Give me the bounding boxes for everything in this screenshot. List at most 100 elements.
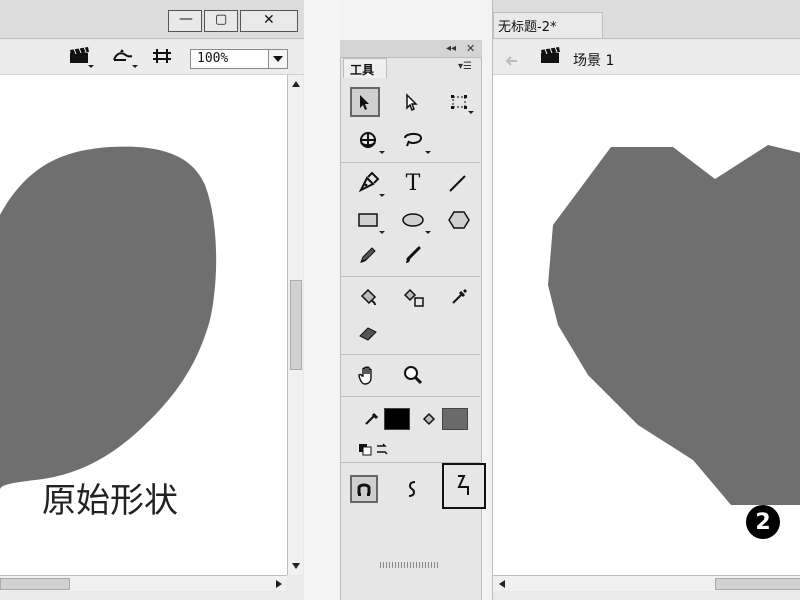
right-horizontal-scrollbar[interactable] <box>493 575 800 591</box>
brush-tool[interactable] <box>398 240 428 270</box>
zoom-dropdown-button[interactable] <box>268 50 287 68</box>
subselection-tool-icon <box>406 93 418 111</box>
zoom-tool-icon <box>404 366 423 385</box>
pen-tool-icon <box>358 171 380 193</box>
right-canvas <box>493 75 800 575</box>
original-shape-label: 原始形状 <box>42 481 178 521</box>
close-glyph: ✕ <box>263 12 275 28</box>
tools-separator <box>340 162 480 163</box>
scroll-right-arrow[interactable] <box>276 580 282 588</box>
paint-bucket-tool-icon <box>360 288 377 306</box>
tools-separator <box>340 396 480 397</box>
line-tool[interactable] <box>442 168 472 198</box>
oval-tool[interactable] <box>398 205 431 235</box>
fill-color-swatch[interactable] <box>442 408 468 430</box>
chevron-down-icon <box>273 56 283 62</box>
tools-separator <box>340 276 480 277</box>
zoom-tool[interactable] <box>398 360 428 390</box>
dropdown-indicator <box>425 231 431 234</box>
left-canvas: 原始形状 <box>0 75 287 575</box>
collapse-panel-button[interactable]: ◂◂ <box>446 43 456 54</box>
oval-tool-icon <box>402 213 424 227</box>
selection-tool[interactable] <box>350 87 380 117</box>
polystar-tool[interactable] <box>444 205 474 235</box>
straighten-icon <box>457 475 469 495</box>
scroll-down-arrow[interactable] <box>292 563 300 569</box>
ink-bottle-tool[interactable] <box>398 282 428 312</box>
snap-to-objects-button[interactable] <box>350 475 378 503</box>
tools-panel-header-strip <box>340 40 482 58</box>
eraser-tool-icon <box>359 327 377 341</box>
pencil-tool[interactable] <box>353 240 383 270</box>
close-button[interactable]: ✕ <box>240 10 298 32</box>
dropdown-indicator <box>132 65 138 68</box>
eraser-tool[interactable] <box>353 317 383 347</box>
rectangle-tool-icon <box>358 213 378 227</box>
tools-separator <box>340 354 480 355</box>
smooth-icon <box>408 481 416 497</box>
minimize-button[interactable]: — <box>168 10 202 32</box>
free-transform-tool[interactable] <box>444 87 474 117</box>
tools-panel-menu-glyph: ▾☰ <box>458 61 472 72</box>
clapperboard-icon[interactable] <box>68 46 92 66</box>
left-vertical-scrollbar[interactable] <box>287 75 303 575</box>
callout-marker-2: 2 <box>746 505 780 539</box>
stroke-color-swatch[interactable] <box>384 408 410 430</box>
pen-tool[interactable] <box>353 168 385 198</box>
maximize-glyph: ▢ <box>215 12 228 27</box>
text-tool[interactable]: T <box>398 168 428 198</box>
document-tab[interactable]: 无标题-2* <box>493 12 603 38</box>
dropdown-indicator <box>425 151 431 154</box>
fill-color-control[interactable] <box>414 404 474 434</box>
lasso-tool-icon <box>404 132 423 147</box>
minimize-glyph: — <box>179 11 193 27</box>
back-arrow-icon[interactable] <box>505 52 519 66</box>
straighten-button[interactable] <box>442 463 486 509</box>
tools-tab[interactable]: 工具 <box>343 58 387 78</box>
close-panel-button[interactable]: ✕ <box>466 42 475 55</box>
rectangle-tool[interactable] <box>353 205 385 235</box>
subselection-tool[interactable] <box>397 87 427 117</box>
paint-bucket-tool[interactable] <box>353 282 383 312</box>
close-panel-glyph: ✕ <box>466 42 476 55</box>
text-tool-icon: T <box>405 170 421 196</box>
tools-panel-grip[interactable] <box>380 562 440 568</box>
right-horizontal-scroll-thumb[interactable] <box>715 578 800 590</box>
tools-panel-menu-button[interactable]: ▾☰ <box>458 61 472 72</box>
free-transform-tool-icon <box>451 95 467 109</box>
left-vertical-scroll-thumb[interactable] <box>290 280 302 370</box>
scroll-left-arrow[interactable] <box>499 580 505 588</box>
left-horizontal-scrollbar[interactable] <box>0 575 287 591</box>
swap-colors-icon <box>359 443 388 456</box>
collapse-glyph: ◂◂ <box>446 43 457 54</box>
zoom-select[interactable]: 100% <box>190 49 288 69</box>
edit-symbols-icon[interactable] <box>110 46 136 66</box>
polystar-tool-icon <box>448 211 470 229</box>
left-document-window: — ▢ ✕ 100% 原始形状 <box>0 0 304 600</box>
scroll-up-arrow[interactable] <box>292 81 300 87</box>
lasso-tool[interactable] <box>398 125 431 155</box>
maximize-button[interactable]: ▢ <box>204 10 238 32</box>
ink-bottle-tool-icon <box>403 288 424 307</box>
stroke-color-icon <box>365 412 379 425</box>
dropdown-indicator <box>88 65 94 68</box>
swap-colors-button[interactable] <box>357 440 397 458</box>
3d-rotation-tool-icon <box>360 132 376 148</box>
dropdown-indicator <box>468 111 474 114</box>
eyedropper-tool[interactable] <box>444 282 474 312</box>
dropdown-indicator <box>379 194 385 197</box>
smooth-button[interactable] <box>398 475 426 503</box>
dropdown-indicator <box>379 231 385 234</box>
dropdown-indicator <box>379 151 385 154</box>
scene-label: 场景 1 <box>573 53 615 69</box>
3d-rotation-tool[interactable] <box>353 125 385 155</box>
stroke-color-control[interactable] <box>356 404 416 434</box>
tools-tab-label: 工具 <box>350 63 375 77</box>
left-horizontal-scroll-thumb[interactable] <box>0 578 70 590</box>
snap-grid-icon[interactable] <box>150 46 174 66</box>
hand-tool[interactable] <box>353 360 383 390</box>
clapperboard-icon <box>539 46 563 66</box>
fill-color-icon <box>422 412 436 426</box>
heart-shape-straightened <box>548 145 800 505</box>
selection-tool-icon <box>360 95 369 110</box>
